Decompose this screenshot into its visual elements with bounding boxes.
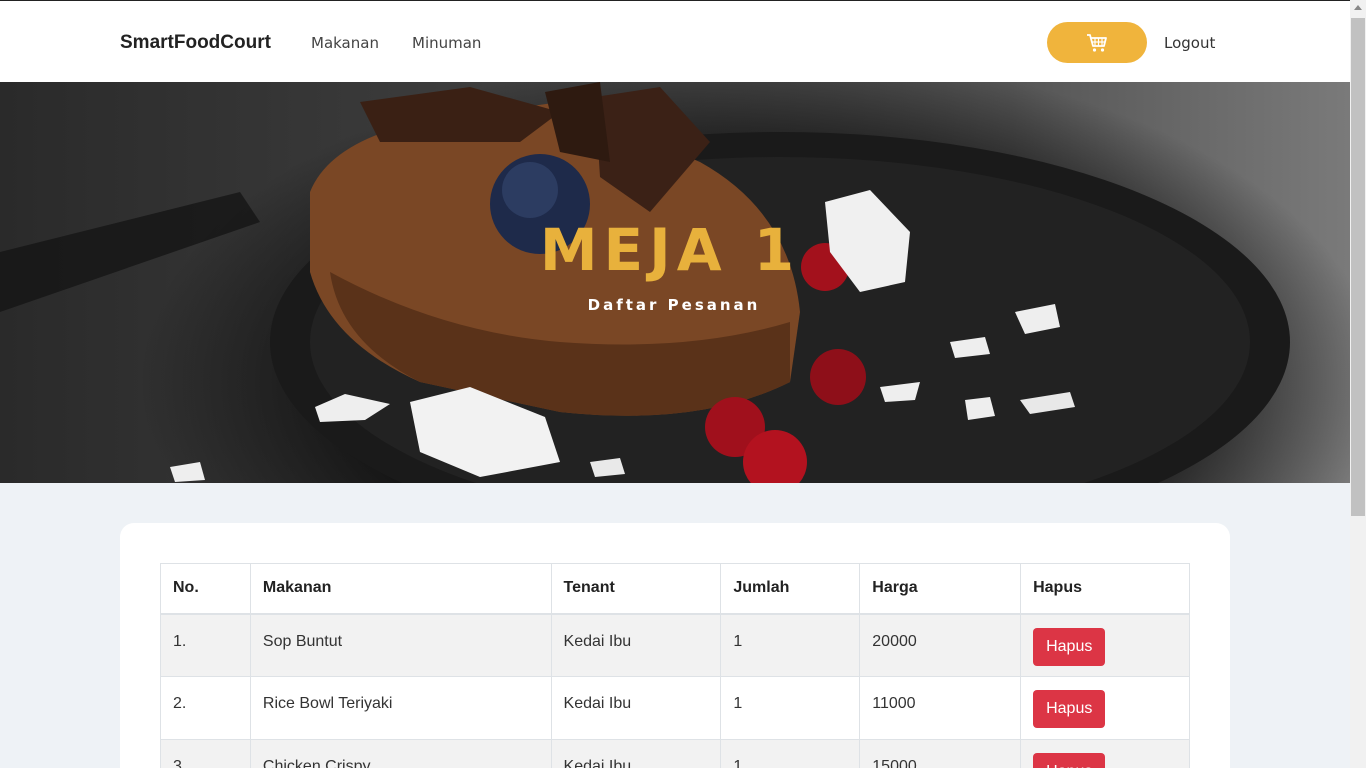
cell-no: 3. <box>160 739 251 768</box>
delete-button[interactable]: Hapus <box>1033 627 1106 666</box>
column-header-jumlah: Jumlah <box>720 563 861 615</box>
hero-banner: MEJA 1 Daftar Pesanan <box>0 82 1350 483</box>
cell-jumlah: 1 <box>720 739 861 768</box>
table-row: 3. Chicken Crispy Kedai Ibu 1 15000 Hapu… <box>160 739 1190 768</box>
nav-link-makanan[interactable]: Makanan <box>311 34 379 52</box>
table-row: 2. Rice Bowl Teriyaki Kedai Ibu 1 11000 … <box>160 676 1190 740</box>
cell-no: 2. <box>160 676 251 740</box>
column-header-tenant: Tenant <box>550 563 722 615</box>
column-header-harga: Harga <box>859 563 1022 615</box>
cell-tenant: Kedai Ibu <box>550 613 722 677</box>
orders-card: No. Makanan Tenant Jumlah Harga Hapus 1.… <box>120 523 1230 768</box>
cell-tenant: Kedai Ibu <box>550 676 722 740</box>
cell-makanan: Rice Bowl Teriyaki <box>249 676 552 740</box>
table-row: 1. Sop Buntut Kedai Ibu 1 20000 Hapus <box>160 613 1190 677</box>
cell-no: 1. <box>160 613 251 677</box>
cell-harga: 15000 <box>859 739 1022 768</box>
orders-table: No. Makanan Tenant Jumlah Harga Hapus 1.… <box>160 563 1190 768</box>
brand-logo[interactable]: SmartFoodCourt <box>120 32 271 54</box>
cell-hapus: Hapus <box>1020 739 1190 768</box>
delete-button[interactable]: Hapus <box>1033 753 1106 768</box>
scrollbar-thumb[interactable] <box>1351 18 1365 516</box>
nav-link-minuman[interactable]: Minuman <box>412 34 481 52</box>
cell-harga: 20000 <box>859 613 1022 677</box>
cart-icon <box>1087 33 1107 52</box>
cell-hapus: Hapus <box>1020 676 1190 740</box>
scroll-up-icon[interactable] <box>1354 5 1362 10</box>
delete-button[interactable]: Hapus <box>1033 690 1106 728</box>
cell-makanan: Chicken Crispy <box>249 739 552 768</box>
cart-button[interactable] <box>1047 22 1147 63</box>
cell-jumlah: 1 <box>720 613 861 677</box>
cell-harga: 11000 <box>859 676 1022 740</box>
table-header-row: No. Makanan Tenant Jumlah Harga Hapus <box>160 563 1190 615</box>
cell-tenant: Kedai Ibu <box>550 739 722 768</box>
cell-jumlah: 1 <box>720 676 861 740</box>
hero-subtitle: Daftar Pesanan <box>587 296 761 314</box>
cell-hapus: Hapus <box>1020 613 1190 677</box>
column-header-hapus: Hapus <box>1020 563 1190 615</box>
hero-title: MEJA 1 <box>539 216 801 284</box>
logout-link[interactable]: Logout <box>1164 34 1215 52</box>
column-header-no: No. <box>160 563 251 615</box>
navbar: SmartFoodCourt Makanan Minuman Logout <box>0 0 1350 82</box>
cell-makanan: Sop Buntut <box>249 613 552 677</box>
column-header-makanan: Makanan <box>249 563 552 615</box>
